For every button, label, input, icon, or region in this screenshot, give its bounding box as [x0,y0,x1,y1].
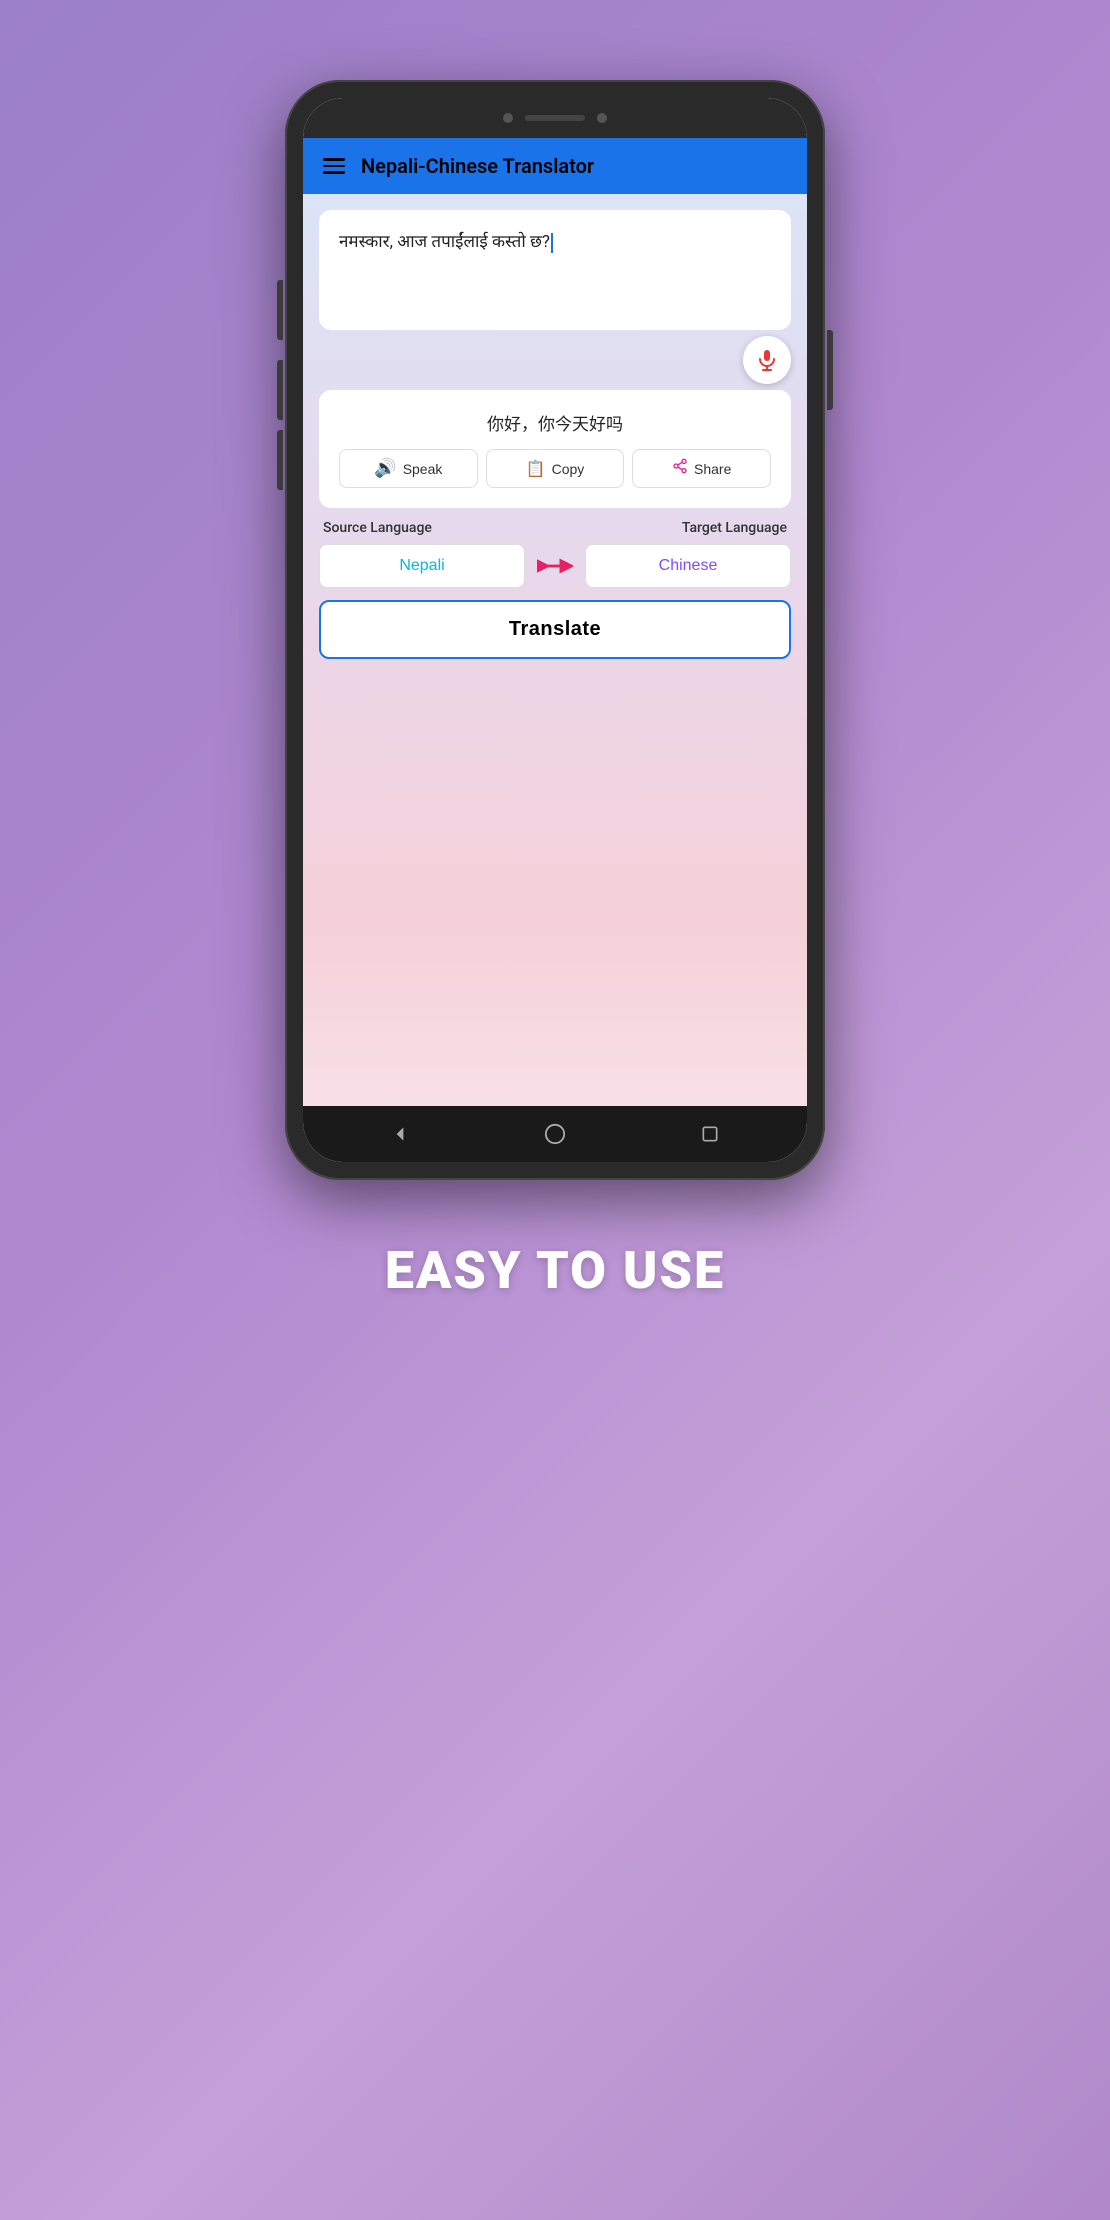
hamburger-line-3 [323,171,345,174]
camera-dot [503,113,513,123]
hamburger-line-1 [323,158,345,161]
action-buttons: 🔊 Speak 📋 Copy [339,449,771,488]
share-label: Share [694,461,731,477]
speak-label: Speak [403,461,443,477]
target-language-label: Target Language [682,520,787,536]
recent-navigation-button[interactable] [692,1116,728,1152]
back-nav-icon [390,1124,410,1144]
copy-icon: 📋 [526,459,546,479]
menu-button[interactable] [323,158,345,174]
bottom-navigation [303,1106,807,1162]
phone-screen: Nepali-Chinese Translator नमस्कार, आज तप… [303,98,807,1162]
swap-languages-button[interactable] [533,552,577,580]
speak-button[interactable]: 🔊 Speak [339,449,478,488]
translate-button-label: Translate [509,618,601,640]
target-language-button[interactable]: Chinese [585,544,791,588]
translate-button[interactable]: Translate [319,600,791,659]
microphone-icon [755,348,779,372]
copy-label: Copy [552,461,585,477]
phone-top-bar [303,98,807,138]
app-header: Nepali-Chinese Translator [303,138,807,194]
mic-button-wrapper [319,336,791,384]
recent-nav-icon [700,1124,720,1144]
speak-icon: 🔊 [374,458,396,479]
text-cursor [551,233,553,253]
speaker-slot [525,115,585,121]
phone-device: Nepali-Chinese Translator नमस्कार, आज तप… [285,80,825,1180]
camera-dot-2 [597,113,607,123]
phone-body: Nepali-Chinese Translator नमस्कार, आज तप… [285,80,825,1180]
hamburger-line-2 [323,165,345,168]
language-labels: Source Language Target Language [319,520,791,536]
source-language-text: Nepali [399,557,444,574]
language-selectors: Nepali [319,544,791,588]
translated-text: 你好，你今天好吗 [339,410,771,435]
home-navigation-button[interactable] [536,1115,574,1153]
share-icon [672,458,688,479]
app-title: Nepali-Chinese Translator [361,154,594,178]
target-language-text: Chinese [659,557,718,574]
back-navigation-button[interactable] [382,1116,418,1152]
home-nav-icon [544,1123,566,1145]
tagline-text: EASY TO USE [385,1240,725,1301]
microphone-button[interactable] [743,336,791,384]
app-content: Nepali-Chinese Translator नमस्कार, आज तप… [303,138,807,1162]
input-text[interactable]: नमस्कार, आज तपाईंलाई कस्तो छ? [339,230,771,256]
copy-button[interactable]: 📋 Copy [486,449,625,488]
language-section: Source Language Target Language Nepali [319,520,791,588]
output-card: 你好，你今天好吗 🔊 Speak 📋 Copy [319,390,791,508]
input-text-content: नमस्कार, आज तपाईंलाई कस्तो छ? [339,232,550,252]
input-card[interactable]: नमस्कार, आज तपाईंलाई कस्तो छ? [319,210,791,330]
tagline-section: EASY TO USE [385,1240,725,1301]
source-language-button[interactable]: Nepali [319,544,525,588]
source-language-label: Source Language [323,520,432,536]
swap-icon [537,556,573,576]
share-button[interactable]: Share [632,449,771,488]
app-main: नमस्कार, आज तपाईंलाई कस्तो छ? [303,194,807,1106]
